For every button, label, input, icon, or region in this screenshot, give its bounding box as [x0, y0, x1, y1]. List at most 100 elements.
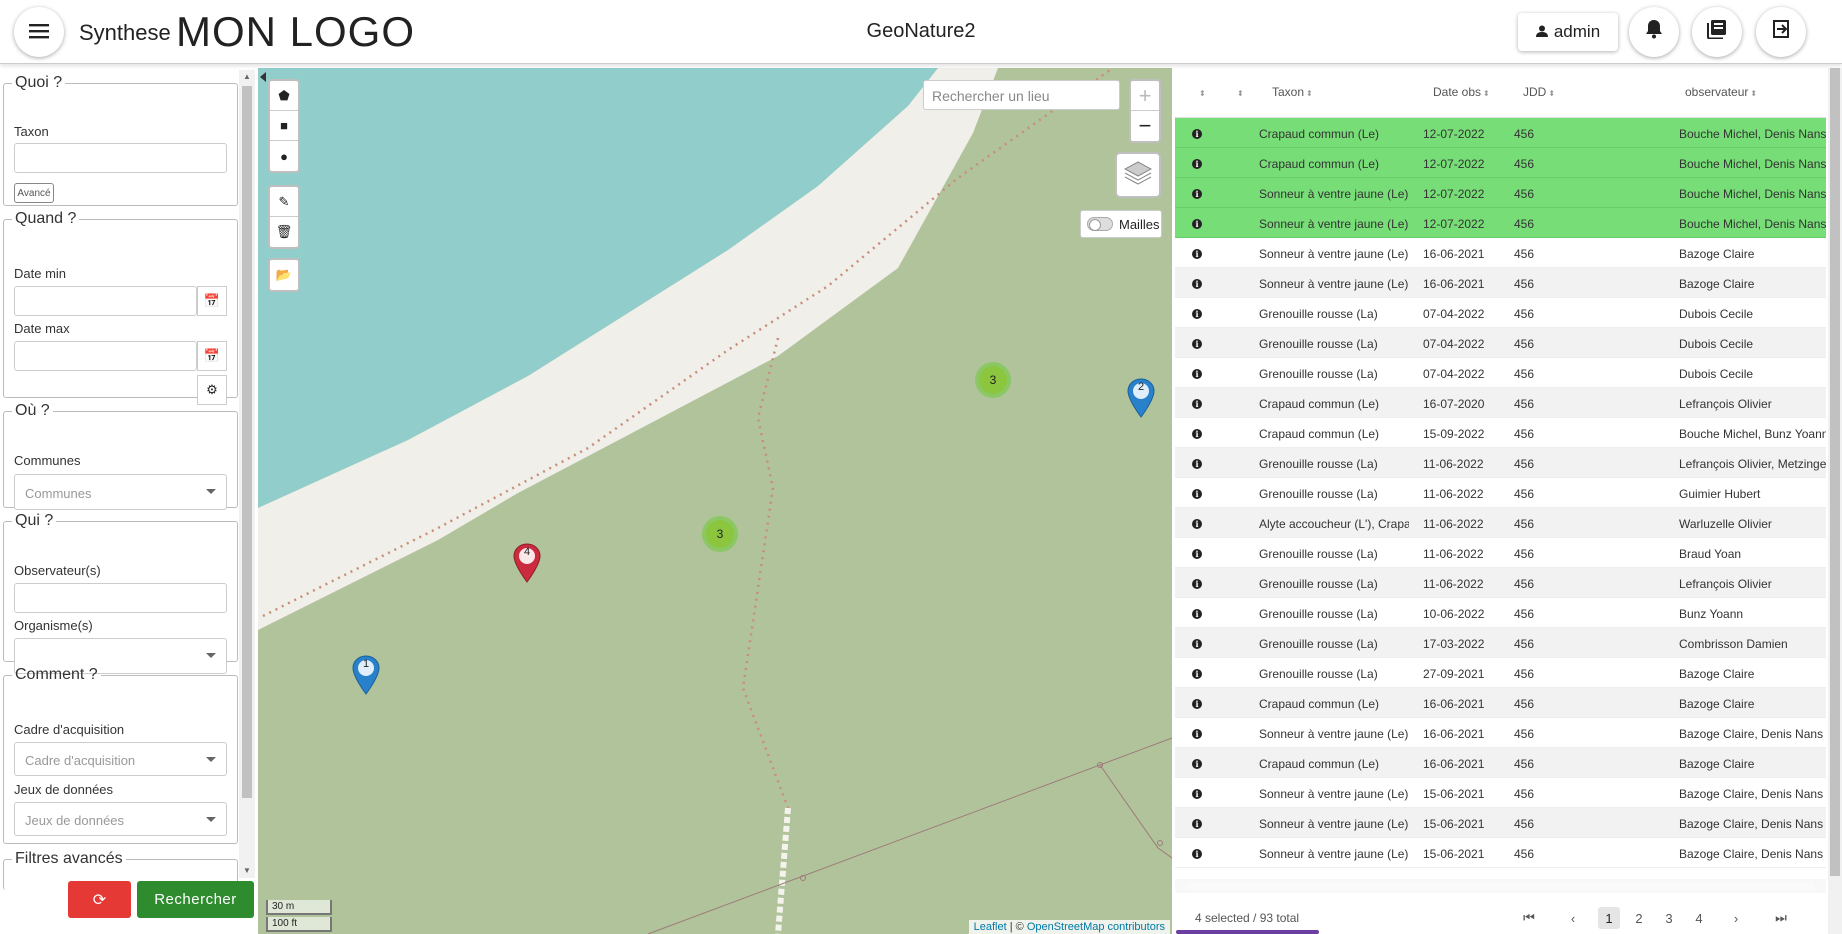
scroll-down-arrow-icon[interactable]: ▼	[243, 866, 251, 875]
edit-layers-button[interactable]: ✎	[270, 187, 298, 217]
zoom-out-button[interactable]: −	[1131, 111, 1159, 141]
column-observateur[interactable]: observateur ⬍	[1685, 85, 1757, 99]
table-row[interactable]: i Sonneur à ventre jaune (Le) 15-06-2021 45…	[1175, 838, 1826, 868]
date-max-input[interactable]	[14, 341, 197, 371]
table-row[interactable]: i Alyte accoucheur (L'), Crapaud 11-06-202…	[1175, 508, 1826, 538]
layers-button[interactable]	[1115, 152, 1161, 198]
table-row[interactable]: i Crapaud commun (Le) 15-09-2022 456 Bouche …	[1175, 418, 1826, 448]
scroll-up-arrow-icon[interactable]: ▲	[243, 72, 251, 81]
mailles-toggle[interactable]: Mailles	[1080, 210, 1162, 238]
table-row[interactable]: i Grenouille rousse (La) 11-06-2022 456 Brau…	[1175, 538, 1826, 568]
info-icon[interactable]: i	[1192, 669, 1202, 679]
table-row[interactable]: i Grenouille rousse (La) 11-06-2022 456 Lefr…	[1175, 448, 1826, 478]
map-marker[interactable]: 4	[513, 543, 541, 583]
delete-layers-button[interactable]: 🗑	[270, 217, 298, 247]
communes-select[interactable]: Communes	[14, 474, 227, 510]
table-row[interactable]: i Crapaud commun (Le) 12-07-2022 456 Bouche …	[1175, 148, 1826, 178]
collapse-panel-icon[interactable]	[260, 72, 266, 82]
table-row[interactable]: i Grenouille rousse (La) 07-04-2022 456 Dubo…	[1175, 328, 1826, 358]
info-icon[interactable]: i	[1192, 429, 1202, 439]
table-row[interactable]: i Crapaud commun (Le) 12-07-2022 456 Bouche …	[1175, 118, 1826, 148]
page-button-1[interactable]: 1	[1598, 907, 1620, 929]
info-icon[interactable]: i	[1192, 159, 1202, 169]
jdd-select[interactable]: Jeux de données	[14, 802, 227, 836]
date-settings-button[interactable]: ⚙	[197, 375, 227, 405]
logout-button[interactable]	[1756, 7, 1806, 57]
draw-circle-button[interactable]: ●	[270, 141, 298, 171]
next-page-icon[interactable]: ›	[1725, 907, 1747, 929]
info-icon[interactable]: i	[1192, 729, 1202, 739]
info-icon[interactable]: i	[1192, 399, 1202, 409]
sort-icon[interactable]: ⬍	[1235, 85, 1244, 99]
menu-button[interactable]	[14, 7, 64, 57]
table-row[interactable]: i Grenouille rousse (La) 10-06-2022 456 Bunz…	[1175, 598, 1826, 628]
table-row[interactable]: i Sonneur à ventre jaune (Le) 16-06-2021 45…	[1175, 238, 1826, 268]
map-marker[interactable]: 2	[1127, 378, 1155, 418]
info-icon[interactable]: i	[1192, 249, 1202, 259]
info-icon[interactable]: i	[1192, 609, 1202, 619]
draw-polygon-button[interactable]: ⬟	[270, 81, 298, 111]
documentation-button[interactable]	[1692, 7, 1742, 57]
table-row[interactable]: i Sonneur à ventre jaune (Le) 15-06-2021 45…	[1175, 778, 1826, 808]
scrollbar-thumb[interactable]	[242, 86, 252, 798]
toggle-switch[interactable]	[1087, 217, 1113, 231]
last-page-icon[interactable]: ⏭	[1770, 907, 1792, 929]
info-icon[interactable]: i	[1192, 759, 1202, 769]
map[interactable]: ⬟ ■ ● ✎ 🗑 📂 Rechercher un lieu + − Maill…	[258, 68, 1172, 934]
date-min-calendar-button[interactable]: 📅	[197, 286, 227, 316]
table-row[interactable]: i Sonneur à ventre jaune (Le) 16-06-2021 45…	[1175, 718, 1826, 748]
table-row[interactable]: i Grenouille rousse (La) 07-04-2022 456 Dubo…	[1175, 358, 1826, 388]
table-row[interactable]: i Grenouille rousse (La) 17-03-2022 456 Comb…	[1175, 628, 1826, 658]
reset-button[interactable]: ⟳	[68, 881, 131, 918]
info-icon[interactable]: i	[1192, 579, 1202, 589]
info-icon[interactable]: i	[1192, 789, 1202, 799]
zoom-in-button[interactable]: +	[1131, 81, 1159, 111]
place-search-input[interactable]: Rechercher un lieu	[923, 80, 1120, 110]
column-taxon[interactable]: Taxon ⬍	[1272, 85, 1313, 99]
column-date[interactable]: Date obs ⬍	[1433, 85, 1490, 99]
info-icon[interactable]: i	[1192, 519, 1202, 529]
info-icon[interactable]: i	[1192, 279, 1202, 289]
info-icon[interactable]: i	[1192, 369, 1202, 379]
map-marker[interactable]: 1	[352, 655, 380, 695]
user-button[interactable]: admin	[1518, 13, 1618, 51]
info-icon[interactable]: i	[1192, 489, 1202, 499]
sort-icon[interactable]: ⬍	[1197, 85, 1206, 99]
advanced-taxon-button[interactable]: Avancé	[14, 183, 54, 203]
table-vertical-scrollbar[interactable]	[1828, 68, 1842, 934]
table-row[interactable]: i Sonneur à ventre jaune (Le) 15-06-2021 45…	[1175, 808, 1826, 838]
table-row[interactable]: i Grenouille rousse (La) 11-06-2022 456 Lefr…	[1175, 568, 1826, 598]
page-button-2[interactable]: 2	[1628, 907, 1650, 929]
info-icon[interactable]: i	[1192, 219, 1202, 229]
table-row[interactable]: i Sonneur à ventre jaune (Le) 12-07-2022 45…	[1175, 208, 1826, 238]
info-icon[interactable]: i	[1192, 459, 1202, 469]
table-row[interactable]: i Grenouille rousse (La) 11-06-2022 456 Guim…	[1175, 478, 1826, 508]
table-row[interactable]: i Sonneur à ventre jaune (Le) 12-07-2022 45…	[1175, 178, 1826, 208]
scrollbar-thumb[interactable]	[1830, 68, 1840, 876]
search-button[interactable]: Rechercher	[137, 881, 254, 918]
info-icon[interactable]: i	[1192, 819, 1202, 829]
filter-scrollbar[interactable]: ▲ ▼	[239, 70, 255, 878]
date-max-calendar-button[interactable]: 📅	[197, 341, 227, 371]
info-icon[interactable]: i	[1192, 849, 1202, 859]
table-row[interactable]: i Grenouille rousse (La) 27-09-2021 456 Bazo…	[1175, 658, 1826, 688]
taxon-input[interactable]	[14, 143, 227, 173]
page-button-3[interactable]: 3	[1658, 907, 1680, 929]
marker-cluster[interactable]: 3	[702, 516, 738, 552]
prev-page-icon[interactable]: ‹	[1562, 907, 1584, 929]
leaflet-link[interactable]: Leaflet	[974, 921, 1007, 933]
column-jdd[interactable]: JDD ⬍	[1523, 85, 1555, 99]
info-icon[interactable]: i	[1192, 549, 1202, 559]
page-button-4[interactable]: 4	[1688, 907, 1710, 929]
info-icon[interactable]: i	[1192, 699, 1202, 709]
marker-cluster[interactable]: 3	[975, 362, 1011, 398]
table-row[interactable]: i Crapaud commun (Le) 16-06-2021 456 Bazoge …	[1175, 748, 1826, 778]
info-icon[interactable]: i	[1192, 309, 1202, 319]
info-icon[interactable]: i	[1192, 129, 1202, 139]
info-icon[interactable]: i	[1192, 639, 1202, 649]
scrollbar-thumb[interactable]	[1187, 882, 1814, 890]
draw-rectangle-button[interactable]: ■	[270, 111, 298, 141]
info-icon[interactable]: i	[1192, 339, 1202, 349]
cadre-select[interactable]: Cadre d'acquisition	[14, 742, 227, 776]
notifications-button[interactable]	[1629, 7, 1679, 57]
